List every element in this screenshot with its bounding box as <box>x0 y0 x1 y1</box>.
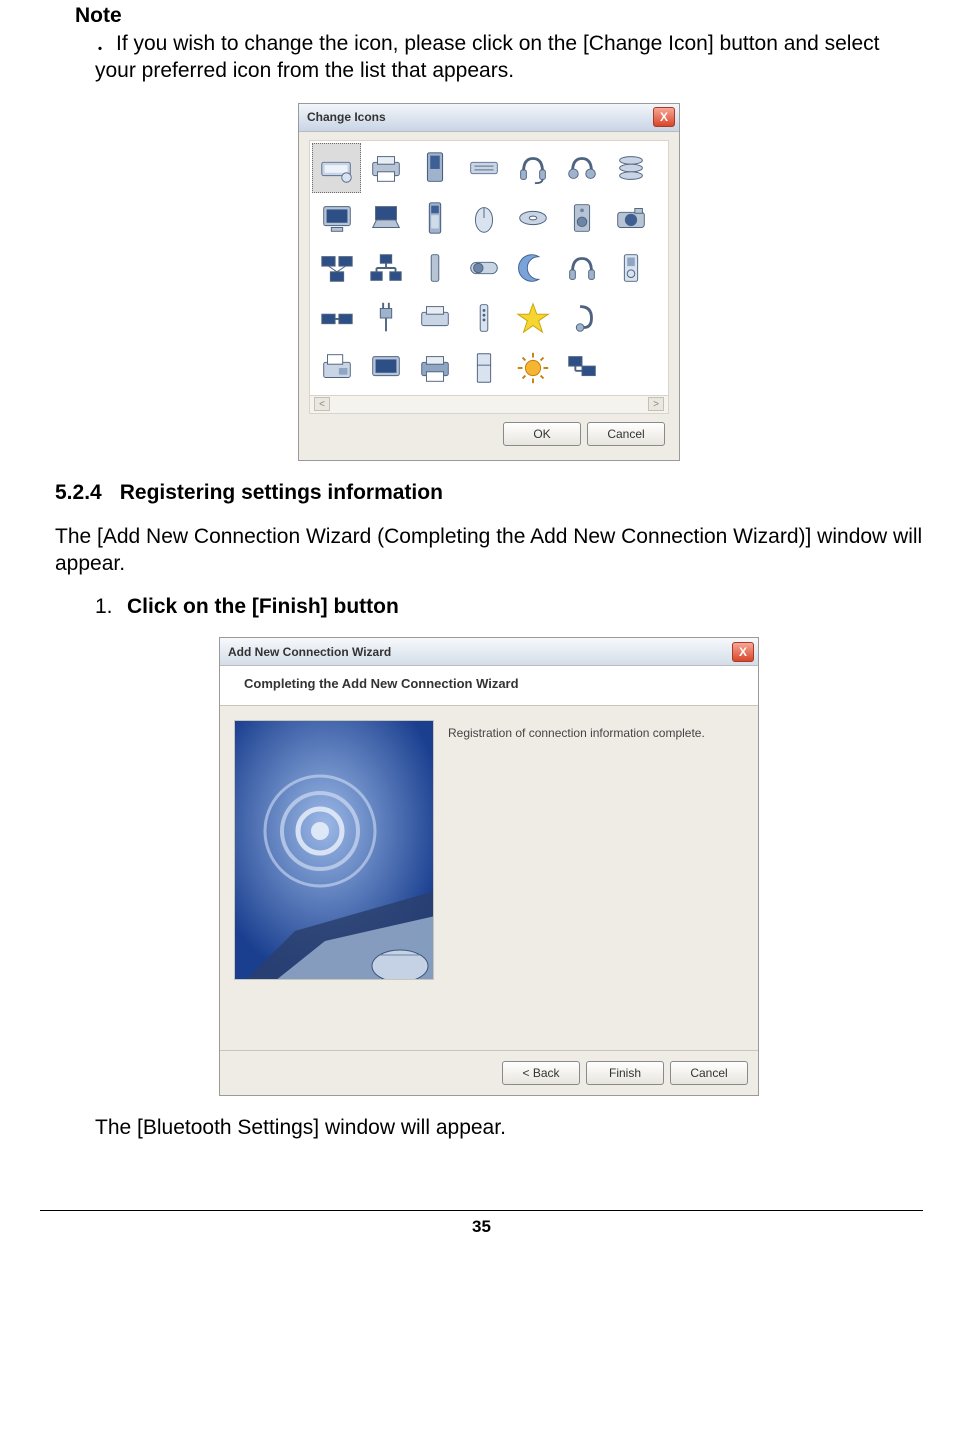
section-intro: The [Add New Connection Wizard (Completi… <box>55 523 923 578</box>
step-number: 1. <box>95 595 117 619</box>
wizard-titlebar: Add New Connection Wizard X <box>220 638 758 666</box>
icon-ipod[interactable] <box>606 243 655 293</box>
close-icon: X <box>739 645 747 659</box>
icon-printer[interactable] <box>361 143 410 193</box>
icon-laptop[interactable] <box>361 193 410 243</box>
icon-stick[interactable] <box>410 243 459 293</box>
icon-keypad[interactable] <box>459 143 508 193</box>
icon-multi[interactable] <box>557 343 606 393</box>
section-heading: 5.2.4 Registering settings information <box>55 481 923 505</box>
note-bullet: ． <box>95 31 116 55</box>
wizard-cancel-button[interactable]: Cancel <box>670 1061 748 1085</box>
close-button[interactable]: X <box>653 107 675 127</box>
scroll-left-button[interactable]: < <box>314 397 330 411</box>
step-1: 1. Click on the [Finish] button <box>95 595 923 619</box>
icon-router[interactable] <box>312 293 361 343</box>
icon-disc[interactable] <box>508 193 557 243</box>
icon-speaker[interactable] <box>557 193 606 243</box>
icon-monitor[interactable] <box>312 193 361 243</box>
icon-empty-2 <box>606 343 655 393</box>
cancel-button[interactable]: Cancel <box>587 422 665 446</box>
icon-keyboard[interactable] <box>312 143 361 193</box>
icon-camera[interactable] <box>606 193 655 243</box>
icon-scrollbar[interactable]: < > <box>309 396 669 414</box>
step-text: Click on the [Finish] button <box>127 595 399 619</box>
icon-headphones[interactable] <box>557 143 606 193</box>
icon-fridge[interactable] <box>459 343 508 393</box>
back-button[interactable]: < Back <box>502 1061 580 1085</box>
icon-mouse[interactable] <box>459 193 508 243</box>
page-number: 35 <box>40 1210 923 1257</box>
wizard-message: Registration of connection information c… <box>448 720 744 980</box>
icon-moon[interactable] <box>508 243 557 293</box>
icon-fax[interactable] <box>312 343 361 393</box>
icon-remote[interactable] <box>459 293 508 343</box>
icon-star[interactable] <box>508 293 557 343</box>
result-text: The [Bluetooth Settings] window will app… <box>95 1116 923 1140</box>
change-icons-titlebar: Change Icons X <box>299 104 679 132</box>
icon-sun[interactable] <box>508 343 557 393</box>
icon-headset-mic[interactable] <box>508 143 557 193</box>
icon-disc-stack[interactable] <box>606 143 655 193</box>
wizard-image <box>234 720 434 980</box>
icon-monitor2[interactable] <box>361 343 410 393</box>
note-heading: Note <box>75 4 923 28</box>
icon-printer3[interactable] <box>410 343 459 393</box>
change-icons-dialog: Change Icons X <box>298 103 680 461</box>
section-title: Registering settings information <box>120 481 443 504</box>
icon-printer2[interactable] <box>410 293 459 343</box>
close-icon: X <box>660 110 668 124</box>
change-icons-title: Change Icons <box>307 110 386 124</box>
ok-button[interactable]: OK <box>503 422 581 446</box>
icon-earpiece[interactable] <box>557 293 606 343</box>
icon-pda[interactable] <box>410 143 459 193</box>
icon-network[interactable] <box>312 243 361 293</box>
icon-lan[interactable] <box>361 243 410 293</box>
wizard-dialog: Add New Connection Wizard X Completing t… <box>219 637 759 1096</box>
icon-headset2[interactable] <box>557 243 606 293</box>
icon-empty-1 <box>606 293 655 343</box>
scroll-right-button[interactable]: > <box>648 397 664 411</box>
wizard-close-button[interactable]: X <box>732 642 754 662</box>
icon-toggle[interactable] <box>459 243 508 293</box>
wizard-header-text: Completing the Add New Connection Wizard <box>244 676 519 691</box>
section-number: 5.2.4 <box>55 481 102 504</box>
note-body: ．If you wish to change the icon, please … <box>95 30 923 85</box>
note-text: If you wish to change the icon, please c… <box>95 32 880 82</box>
icon-grid <box>309 140 669 396</box>
icon-phone[interactable] <box>410 193 459 243</box>
wizard-title: Add New Connection Wizard <box>228 645 391 659</box>
wizard-header: Completing the Add New Connection Wizard <box>220 666 758 706</box>
finish-button[interactable]: Finish <box>586 1061 664 1085</box>
icon-plug[interactable] <box>361 293 410 343</box>
